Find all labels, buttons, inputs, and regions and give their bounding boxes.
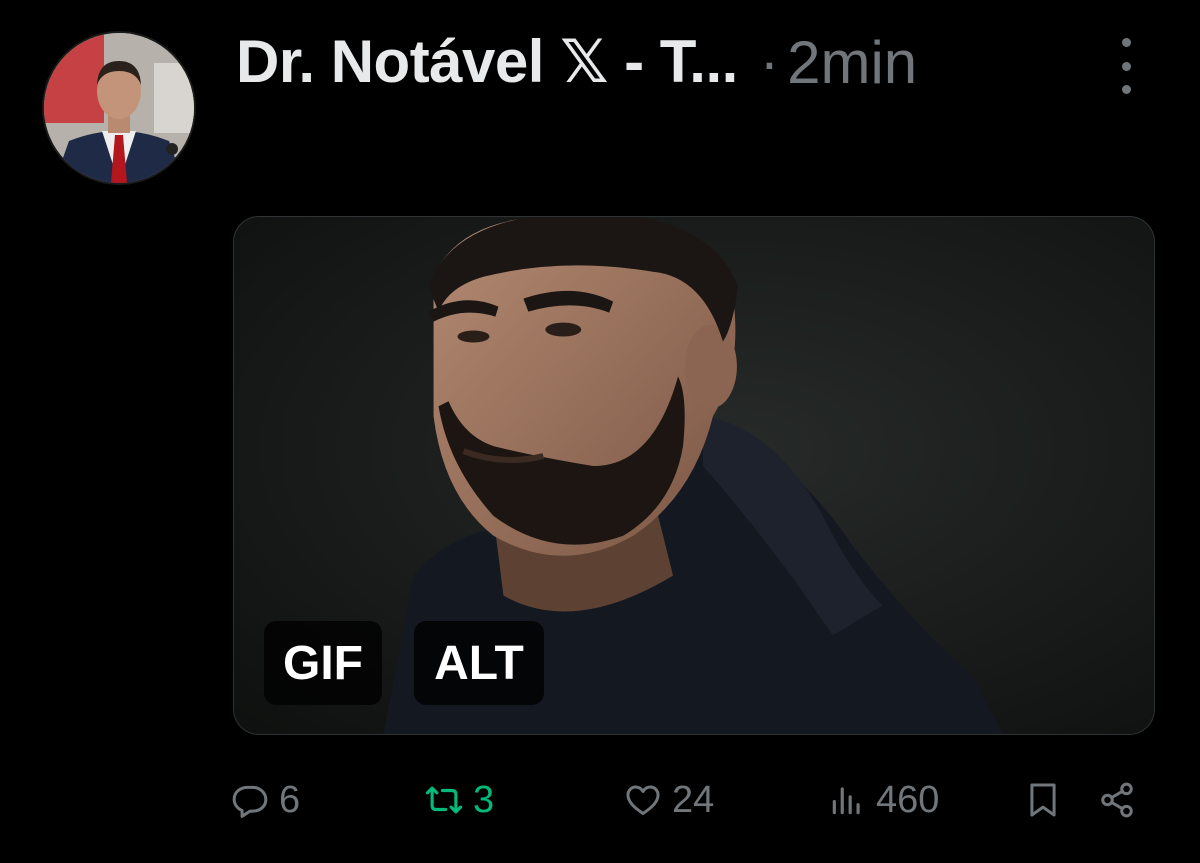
- repost-count: 3: [473, 778, 495, 821]
- post-media-gif[interactable]: GIF ALT: [233, 216, 1155, 735]
- views-button[interactable]: 460: [828, 770, 939, 830]
- post-timestamp[interactable]: 2min: [787, 28, 917, 97]
- author-avatar[interactable]: [44, 33, 194, 183]
- repost-icon: [425, 786, 463, 814]
- like-icon: [626, 785, 660, 815]
- views-icon: [832, 787, 860, 815]
- gif-badge[interactable]: GIF: [264, 621, 382, 705]
- reply-button[interactable]: 6: [231, 770, 300, 830]
- like-count: 24: [672, 778, 715, 821]
- avatar-image: [44, 33, 194, 183]
- post-actions-bar: 6 3 24 460: [0, 770, 1200, 830]
- reply-icon: [232, 785, 268, 818]
- more-vertical-icon[interactable]: [1108, 38, 1144, 94]
- bookmark-icon: [1030, 783, 1056, 817]
- alt-text-badge[interactable]: ALT: [414, 621, 544, 705]
- share-icon: [1101, 782, 1133, 818]
- header-separator: ·: [759, 29, 780, 95]
- share-button[interactable]: [1098, 781, 1136, 819]
- repost-button[interactable]: 3: [425, 770, 494, 830]
- like-button[interactable]: 24: [624, 770, 714, 830]
- bookmark-button[interactable]: [1024, 781, 1062, 819]
- post-header: Dr. Notável 𝕏 - T... · 2min: [236, 22, 917, 102]
- reply-count: 6: [279, 778, 301, 821]
- post: Dr. Notável 𝕏 - T... · 2min GIF ALT 6 3 …: [0, 0, 1200, 863]
- author-name[interactable]: Dr. Notável 𝕏 - T...: [236, 27, 738, 97]
- view-count: 460: [876, 778, 940, 821]
